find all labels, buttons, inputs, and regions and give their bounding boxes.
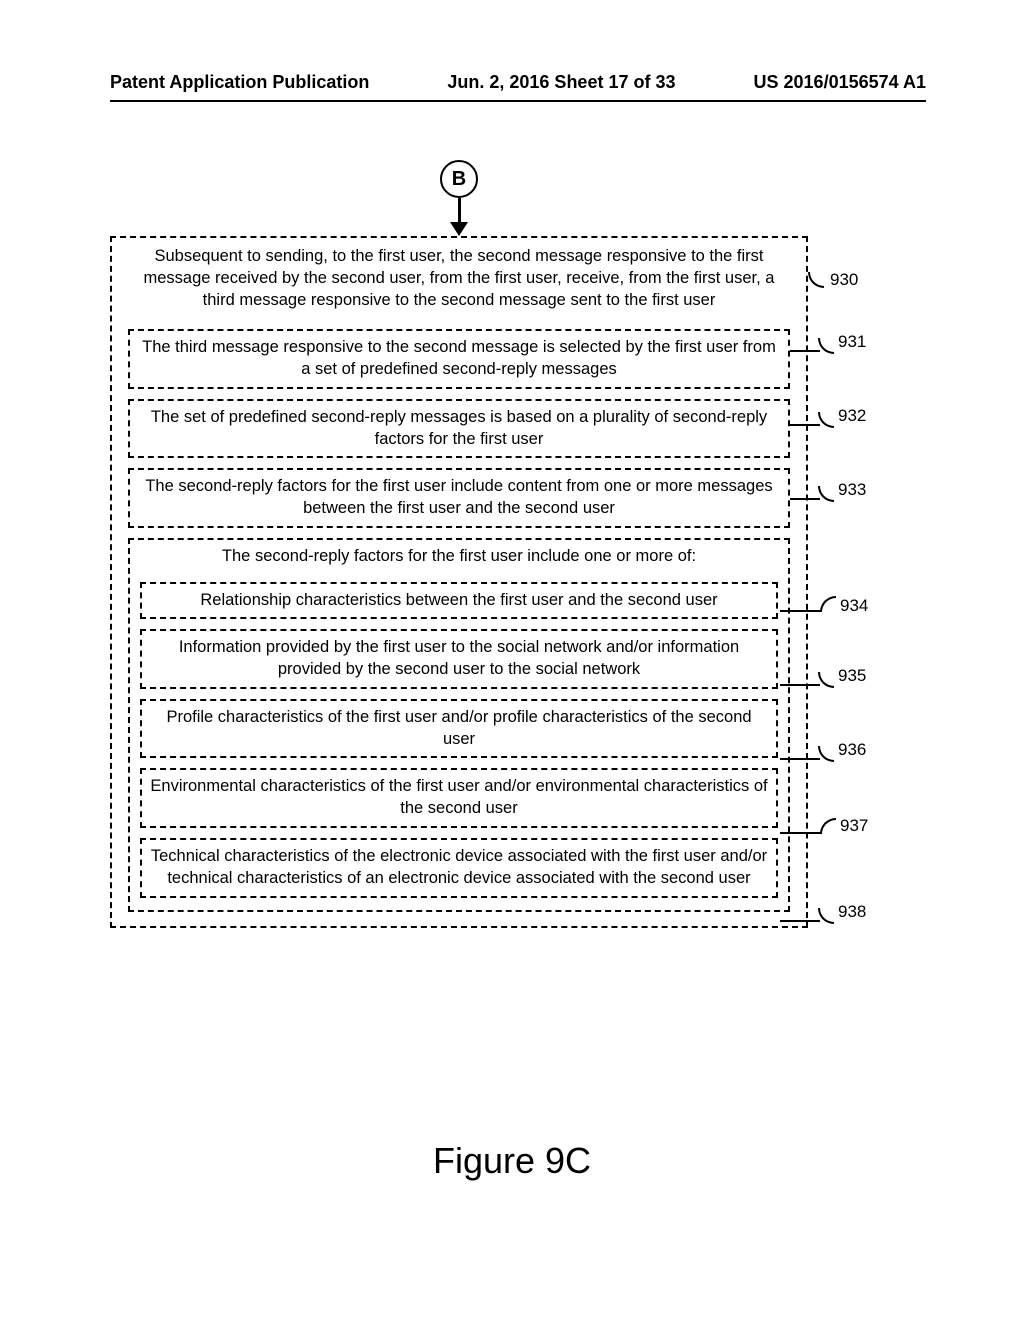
- factor-box-936: Profile characteristics of the first use…: [140, 699, 778, 759]
- ref-label-938: 938: [838, 902, 866, 922]
- factor-box-938: Technical characteristics of the electro…: [140, 838, 778, 898]
- ref-leader-icon: [818, 908, 834, 924]
- ref-leader-icon: [818, 412, 834, 428]
- step-text-930: Subsequent to sending, to the first user…: [120, 244, 798, 319]
- ref-leader-icon: [818, 338, 834, 354]
- ref-label-931: 931: [838, 332, 866, 352]
- factor-box-935: Information provided by the first user t…: [140, 629, 778, 689]
- connector-label: B: [452, 168, 466, 191]
- factor-box-934: Relationship characteristics between the…: [140, 582, 778, 620]
- ref-leader-icon: [820, 818, 836, 834]
- ref-leader-icon: [820, 596, 836, 612]
- ref-label-935: 935: [838, 666, 866, 686]
- ref-leader-icon: [818, 672, 834, 688]
- ref-label-930: 930: [830, 270, 858, 290]
- ref-leader-icon: [790, 424, 820, 426]
- header-left: Patent Application Publication: [110, 72, 369, 93]
- ref-leader-icon: [818, 486, 834, 502]
- ref-leader-icon: [780, 610, 822, 612]
- factor-group-box: The second-reply factors for the first u…: [128, 538, 790, 912]
- ref-label-934: 934: [840, 596, 868, 616]
- step-box-931: The third message responsive to the seco…: [128, 329, 790, 389]
- factor-group-title: The second-reply factors for the first u…: [136, 546, 782, 572]
- factor-text-936: Profile characteristics of the first use…: [166, 708, 751, 748]
- ref-label-932: 932: [838, 406, 866, 426]
- factor-text-938: Technical characteristics of the electro…: [151, 847, 767, 887]
- ref-label-936: 936: [838, 740, 866, 760]
- ref-leader-icon: [808, 272, 824, 288]
- ref-label-933: 933: [838, 480, 866, 500]
- arrow-head-icon: [450, 222, 468, 236]
- step-text-931: The third message responsive to the seco…: [142, 338, 776, 378]
- ref-leader-icon: [780, 832, 822, 834]
- ref-leader-icon: [780, 920, 820, 922]
- page-header: Patent Application Publication Jun. 2, 2…: [0, 72, 1024, 93]
- header-center: Jun. 2, 2016 Sheet 17 of 33: [447, 72, 675, 93]
- step-text-932: The set of predefined second-reply messa…: [151, 408, 767, 448]
- ref-label-937: 937: [840, 816, 868, 836]
- header-rule: [110, 100, 926, 102]
- factor-text-937: Environmental characteristics of the fir…: [150, 777, 767, 817]
- ref-leader-icon: [818, 746, 834, 762]
- factor-text-934: Relationship characteristics between the…: [200, 591, 717, 609]
- step-box-930: Subsequent to sending, to the first user…: [110, 236, 808, 928]
- factor-text-935: Information provided by the first user t…: [179, 638, 739, 678]
- ref-leader-icon: [790, 350, 820, 352]
- figure-caption: Figure 9C: [0, 1140, 1024, 1182]
- header-right: US 2016/0156574 A1: [754, 72, 926, 93]
- step-text-933: The second-reply factors for the first u…: [145, 477, 772, 517]
- ref-leader-icon: [780, 684, 820, 686]
- ref-leader-icon: [790, 498, 820, 500]
- step-box-933: The second-reply factors for the first u…: [128, 468, 790, 528]
- off-page-connector: B: [440, 160, 478, 198]
- factor-box-937: Environmental characteristics of the fir…: [140, 768, 778, 828]
- ref-leader-icon: [780, 758, 820, 760]
- step-box-932: The set of predefined second-reply messa…: [128, 399, 790, 459]
